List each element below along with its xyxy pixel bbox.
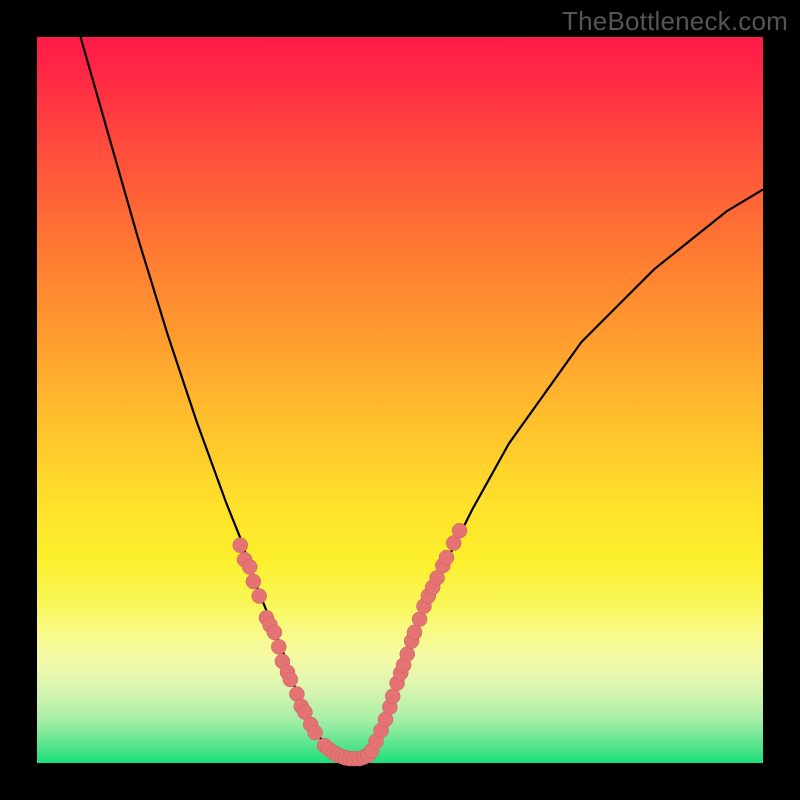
marker-point bbox=[407, 625, 422, 640]
marker-point bbox=[385, 689, 400, 704]
marker-point bbox=[400, 647, 415, 662]
marker-point bbox=[439, 550, 454, 565]
marker-point bbox=[452, 523, 467, 538]
marker-point bbox=[233, 538, 248, 553]
chart-svg bbox=[37, 37, 763, 763]
marker-point bbox=[267, 625, 282, 640]
marker-point bbox=[252, 589, 267, 604]
marker-group bbox=[233, 523, 467, 766]
marker-point bbox=[246, 574, 261, 589]
watermark-text: TheBottleneck.com bbox=[562, 6, 788, 37]
marker-point bbox=[283, 672, 298, 687]
plot-area bbox=[37, 37, 763, 763]
curve-left bbox=[81, 37, 342, 759]
chart-frame: TheBottleneck.com bbox=[0, 0, 800, 800]
marker-point bbox=[308, 725, 323, 740]
marker-point bbox=[412, 612, 427, 627]
marker-point bbox=[271, 639, 286, 654]
marker-point bbox=[242, 559, 257, 574]
